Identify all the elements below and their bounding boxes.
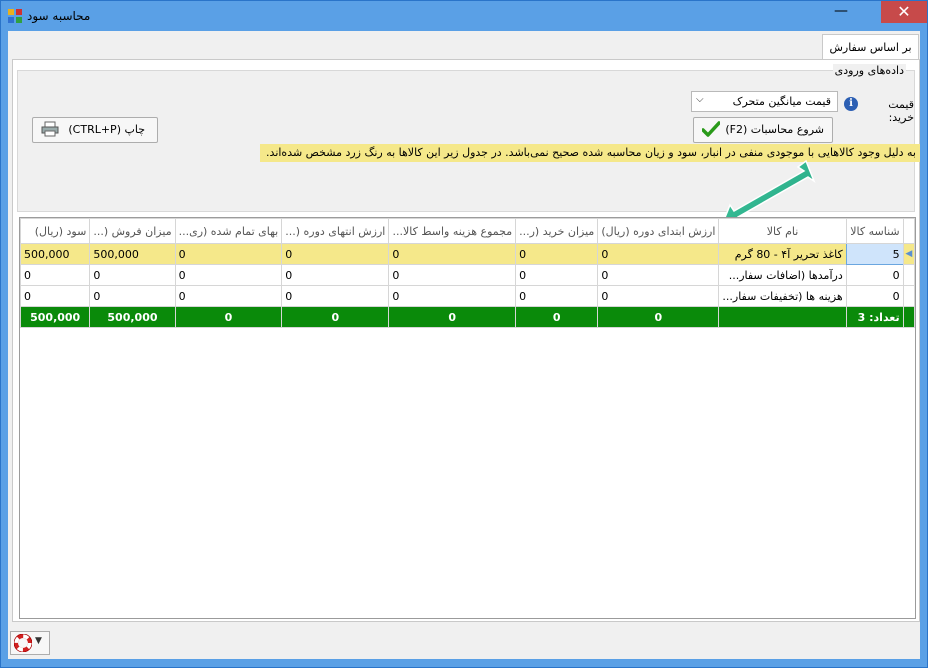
purchase-price-dropdown[interactable]: قیمت میانگین متحرک ⌵	[691, 91, 838, 112]
table-cell[interactable]: 0	[89, 264, 176, 286]
column-header[interactable]: ارزش ابتدای دوره (ریال)	[597, 218, 720, 244]
table-cell[interactable]: 0	[174, 264, 283, 286]
row-selector-icon[interactable]: ◀	[902, 243, 915, 265]
table-cell[interactable]: 0	[281, 243, 390, 265]
window-title: محاسبه سود	[27, 9, 91, 23]
total-row: تعداد: 3 0 0 0 0 0 500,000 500,000	[20, 306, 915, 328]
table-cell[interactable]: 0	[20, 264, 91, 286]
column-header[interactable]: مجموع هزینه واسط کالا...	[388, 218, 517, 244]
table-cell[interactable]: 0	[89, 285, 176, 307]
purchase-price-value: قیمت میانگین متحرک	[732, 95, 831, 108]
column-header[interactable]: بهای تمام شده (ری...	[174, 218, 283, 244]
row-header[interactable]	[902, 285, 915, 307]
row-header-corner	[902, 218, 915, 244]
chevron-down-icon: ⌵	[696, 94, 704, 105]
table-cell[interactable]: 0	[515, 264, 599, 286]
table-cell[interactable]: درآمدها (اضافات سفار...	[718, 264, 847, 286]
total-cell	[718, 306, 847, 328]
negative-stock-warning: به دلیل وجود کالاهایی با موجودی منفی در …	[260, 144, 920, 162]
total-cell: 500,000	[89, 306, 176, 328]
total-cell: تعداد: 3	[845, 306, 904, 328]
group-label: داده‌های ورودی	[832, 64, 906, 77]
table-cell[interactable]: 0	[845, 264, 904, 286]
lifebuoy-icon	[14, 634, 32, 652]
table-cell[interactable]: 0	[388, 264, 517, 286]
profit-grid[interactable]: شناسه کالا نام کالا ارزش ابتدای دوره (ری…	[19, 217, 916, 619]
total-cell: 0	[515, 306, 599, 328]
table-cell[interactable]: 0	[281, 264, 390, 286]
table-cell[interactable]: 0	[174, 243, 283, 265]
input-data-group: داده‌های ورودی قیمت خرید: i قیمت میانگین…	[17, 64, 920, 226]
print-button-label: چاپ (CTRL+P)	[68, 123, 145, 136]
table-cell[interactable]: 0	[388, 285, 517, 307]
column-header[interactable]: میزان خرید (ر...	[515, 218, 599, 244]
tab-by-order[interactable]: بر اساس سفارش	[822, 34, 919, 60]
start-calculation-button[interactable]: شروع محاسبات (F2)	[693, 117, 833, 143]
table-cell[interactable]: 0	[597, 243, 720, 265]
table-cell[interactable]: 0	[174, 285, 283, 307]
table-cell[interactable]: 0	[20, 285, 91, 307]
checkmark-icon	[702, 121, 720, 137]
profit-table: شناسه کالا نام کالا ارزش ابتدای دوره (ری…	[20, 218, 915, 328]
row-header[interactable]	[902, 264, 915, 286]
table-cell[interactable]: 0	[281, 285, 390, 307]
table-cell[interactable]: 0	[515, 243, 599, 265]
title-bar: محاسبه سود — ✕	[1, 1, 927, 31]
app-icon	[8, 9, 22, 23]
close-button[interactable]: ✕	[881, 1, 927, 23]
total-cell: 0	[281, 306, 390, 328]
table-cell[interactable]: هزینه ها (تخفیفات سفار...	[718, 285, 847, 307]
table-row[interactable]: 0 درآمدها (اضافات سفار... 0 0 0 0 0 0 0	[20, 264, 915, 286]
column-header[interactable]: نام کالا	[718, 218, 847, 244]
client-area: بر اساس سفارش داده‌های ورودی قیمت خرید: …	[8, 31, 920, 659]
table-cell[interactable]: 5	[845, 243, 904, 265]
table-cell[interactable]: 0	[597, 264, 720, 286]
table-row[interactable]: ◀ 5 کاغذ تحریر آ۴ - 80 گرم 0 0 0 0 0 500…	[20, 243, 915, 265]
column-header[interactable]: شناسه کالا	[845, 218, 904, 244]
row-header	[902, 306, 915, 328]
table-cell[interactable]: 0	[597, 285, 720, 307]
table-cell[interactable]: 500,000	[20, 243, 91, 265]
table-cell[interactable]: 0	[388, 243, 517, 265]
table-row[interactable]: 0 هزینه ها (تخفیفات سفار... 0 0 0 0 0 0 …	[20, 285, 915, 307]
total-cell: 0	[174, 306, 283, 328]
start-button-label: شروع محاسبات (F2)	[725, 123, 824, 136]
printer-icon	[41, 121, 59, 137]
table-cell[interactable]: کاغذ تحریر آ۴ - 80 گرم	[718, 243, 847, 265]
column-header[interactable]: سود (ریال)	[20, 218, 91, 244]
purchase-price-label: قیمت خرید:	[888, 98, 914, 124]
total-cell: 500,000	[20, 306, 91, 328]
info-icon[interactable]: i	[844, 97, 858, 111]
column-header[interactable]: میزان فروش (...	[89, 218, 176, 244]
chevron-down-icon: ▼	[35, 636, 42, 646]
table-cell[interactable]: 0	[515, 285, 599, 307]
total-cell: 0	[388, 306, 517, 328]
table-cell[interactable]: 0	[845, 285, 904, 307]
help-dropdown-button[interactable]: ▼	[10, 631, 50, 655]
print-button[interactable]: چاپ (CTRL+P)	[32, 117, 158, 143]
status-bar: ▼	[8, 627, 920, 659]
minimize-button[interactable]: —	[827, 1, 855, 23]
total-cell: 0	[597, 306, 720, 328]
main-window: محاسبه سود — ✕ بر اساس سفارش داده‌های ور…	[0, 0, 928, 668]
column-header[interactable]: ارزش انتهای دوره (...	[281, 218, 390, 244]
table-cell[interactable]: 500,000	[89, 243, 176, 265]
tab-panel: داده‌های ورودی قیمت خرید: i قیمت میانگین…	[12, 59, 920, 622]
grid-header-row: شناسه کالا نام کالا ارزش ابتدای دوره (ری…	[20, 218, 915, 244]
